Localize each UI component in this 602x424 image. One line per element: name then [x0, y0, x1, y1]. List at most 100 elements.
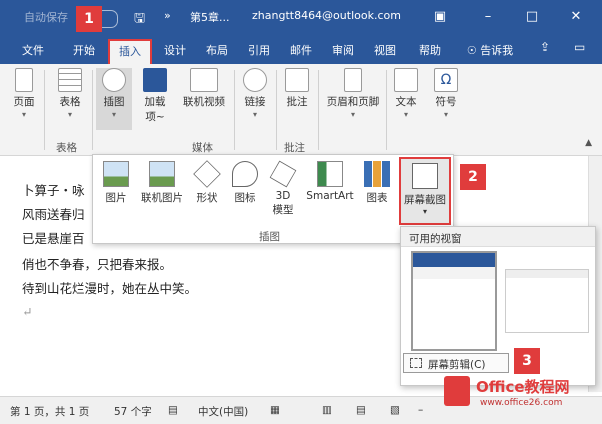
step-badge-2: 2 — [460, 164, 486, 190]
3d-models-button[interactable]: 3D 模型 — [267, 160, 299, 217]
text-box-icon — [394, 68, 418, 92]
print-layout-icon[interactable]: ▤ — [356, 404, 366, 416]
minimize-button[interactable]: – — [476, 6, 500, 28]
page-count[interactable]: 第 1 页，共 1 页 — [10, 404, 89, 419]
chevron-down-icon: ▾ — [350, 110, 355, 119]
pages-button[interactable]: 页面 ▾ — [6, 68, 42, 119]
web-layout-icon[interactable]: ▧ — [390, 404, 400, 416]
illustrations-label: 插图 — [103, 96, 125, 108]
maximize-button[interactable]: □ — [520, 6, 544, 28]
tab-home[interactable]: 开始 — [64, 40, 104, 64]
picture-label: 图片 — [105, 192, 127, 204]
tab-insert[interactable]: 插入 — [108, 39, 152, 64]
omega-icon: Ω — [434, 68, 458, 92]
cube-icon — [269, 160, 297, 188]
chevron-down-icon: ▾ — [111, 110, 116, 119]
autosave-label: 自动保存 — [24, 11, 68, 24]
screen-clipping-label: 屏幕剪辑(C) — [428, 359, 486, 371]
comments-icon[interactable]: ▭ — [574, 40, 585, 60]
chart-button[interactable]: 图表 — [361, 161, 393, 205]
online-picture-label: 联机图片 — [141, 192, 183, 204]
document-title: 第5章... — [190, 11, 230, 24]
doc-line: 卜算子・咏 — [22, 183, 85, 198]
tab-references[interactable]: 引用 — [240, 40, 278, 64]
screenshot-button[interactable]: 屏幕截图 ▾ — [399, 157, 451, 225]
chart-label: 图表 — [366, 192, 388, 204]
shapes-button[interactable]: 形状 — [191, 160, 223, 205]
divider — [92, 70, 93, 150]
online-video-label: 联机视频 — [183, 96, 225, 108]
chevron-down-icon: ▾ — [443, 110, 448, 119]
shapes-icon — [102, 68, 126, 92]
tab-file[interactable]: 文件 — [14, 40, 52, 64]
symbols-button[interactable]: Ω 符号 ▾ — [430, 68, 462, 119]
collapse-ribbon-icon[interactable]: ▲ — [585, 138, 592, 148]
link-icon — [243, 68, 267, 92]
illustrations-button[interactable]: 插图 ▾ — [96, 68, 132, 130]
comment-button[interactable]: 批注 — [280, 68, 314, 109]
save-icon[interactable]: 🖫 — [134, 9, 145, 27]
header-footer-icon — [344, 68, 362, 92]
zoom-out-button[interactable]: – — [418, 404, 423, 416]
comment-icon — [285, 68, 309, 92]
available-windows-heading: 可用的视窗 — [401, 227, 595, 247]
chevron-down-icon: ▾ — [21, 110, 26, 119]
watermark-url: www.office26.com — [480, 398, 563, 408]
links-button[interactable]: 链接 ▾ — [238, 68, 272, 119]
header-footer-button[interactable]: 页眉和页脚 ▾ — [322, 68, 384, 119]
lightbulb-icon: ☉ — [466, 44, 477, 57]
ribbon-display-options-icon[interactable]: ▣ — [428, 6, 452, 28]
doc-line: 风雨送春归 — [22, 207, 85, 222]
divider — [318, 70, 319, 150]
screen-clipping-button[interactable]: 屏幕剪辑(C) — [403, 353, 509, 373]
language-indicator[interactable]: 中文(中国) — [198, 404, 248, 419]
icons-label: 图标 — [234, 192, 256, 204]
user-account[interactable]: zhangtt8464@outlook.com — [252, 9, 401, 27]
3d-models-label: 3D — [275, 190, 291, 202]
tab-review[interactable]: 审阅 — [324, 40, 362, 64]
pages-label: 页面 — [13, 96, 35, 108]
icons-button[interactable]: 图标 — [229, 161, 261, 205]
smartart-icon — [317, 161, 343, 187]
doc-line: 俏也不争春，只把春来报。 — [22, 257, 173, 272]
customize-quick-access-icon[interactable]: » — [164, 9, 171, 27]
tell-me-box[interactable]: ☉ 告诉我 — [460, 40, 520, 64]
table-icon — [58, 68, 82, 92]
symbols-label: 符号 — [435, 96, 457, 108]
ribbon-tabs: 文件 开始 插入 设计 布局 引用 邮件 审阅 视图 帮助 ☉ 告诉我 ⇪ ▭ — [0, 36, 602, 64]
divider — [386, 70, 387, 150]
group-label-illustrations: 插图 — [259, 231, 280, 243]
share-icon[interactable]: ⇪ — [540, 40, 550, 60]
window-thumbnail[interactable] — [505, 269, 589, 333]
word-count[interactable]: 57 个字 — [114, 404, 152, 419]
divider — [234, 70, 235, 150]
table-button[interactable]: 表格 ▾ — [50, 68, 90, 119]
smartart-label: SmartArt — [306, 190, 354, 202]
tab-mailings[interactable]: 邮件 — [282, 40, 320, 64]
watermark-brand: Office教程网 — [476, 378, 570, 396]
smartart-button[interactable]: SmartArt — [303, 161, 357, 202]
accessibility-icon[interactable]: ▦ — [270, 404, 280, 416]
tab-view[interactable]: 视图 — [366, 40, 404, 64]
read-mode-icon[interactable]: ▥ — [322, 404, 332, 416]
divider — [44, 70, 45, 150]
divider — [276, 70, 277, 150]
text-label: 文本 — [395, 96, 417, 108]
close-button[interactable]: ✕ — [564, 6, 588, 28]
picture-button[interactable]: 图片 — [99, 161, 133, 205]
3d-models-label: 模型 — [272, 204, 294, 216]
addins-button[interactable]: 加载 项~ — [138, 68, 172, 124]
text-button[interactable]: 文本 ▾ — [390, 68, 422, 119]
tab-help[interactable]: 帮助 — [410, 40, 450, 64]
online-picture-button[interactable]: 联机图片 — [137, 161, 187, 205]
doc-line: 已是悬崖百 — [22, 231, 85, 246]
text-cursor: ↵ — [22, 304, 33, 319]
video-icon — [190, 68, 218, 92]
step-badge-3: 3 — [514, 348, 540, 374]
window-thumbnail[interactable] — [411, 251, 497, 351]
tab-design[interactable]: 设计 — [156, 40, 194, 64]
proofing-icon[interactable]: ▤ — [168, 404, 178, 416]
tab-layout[interactable]: 布局 — [198, 40, 236, 64]
online-video-button[interactable]: 联机视频 — [178, 68, 230, 109]
links-label: 链接 — [244, 96, 266, 108]
